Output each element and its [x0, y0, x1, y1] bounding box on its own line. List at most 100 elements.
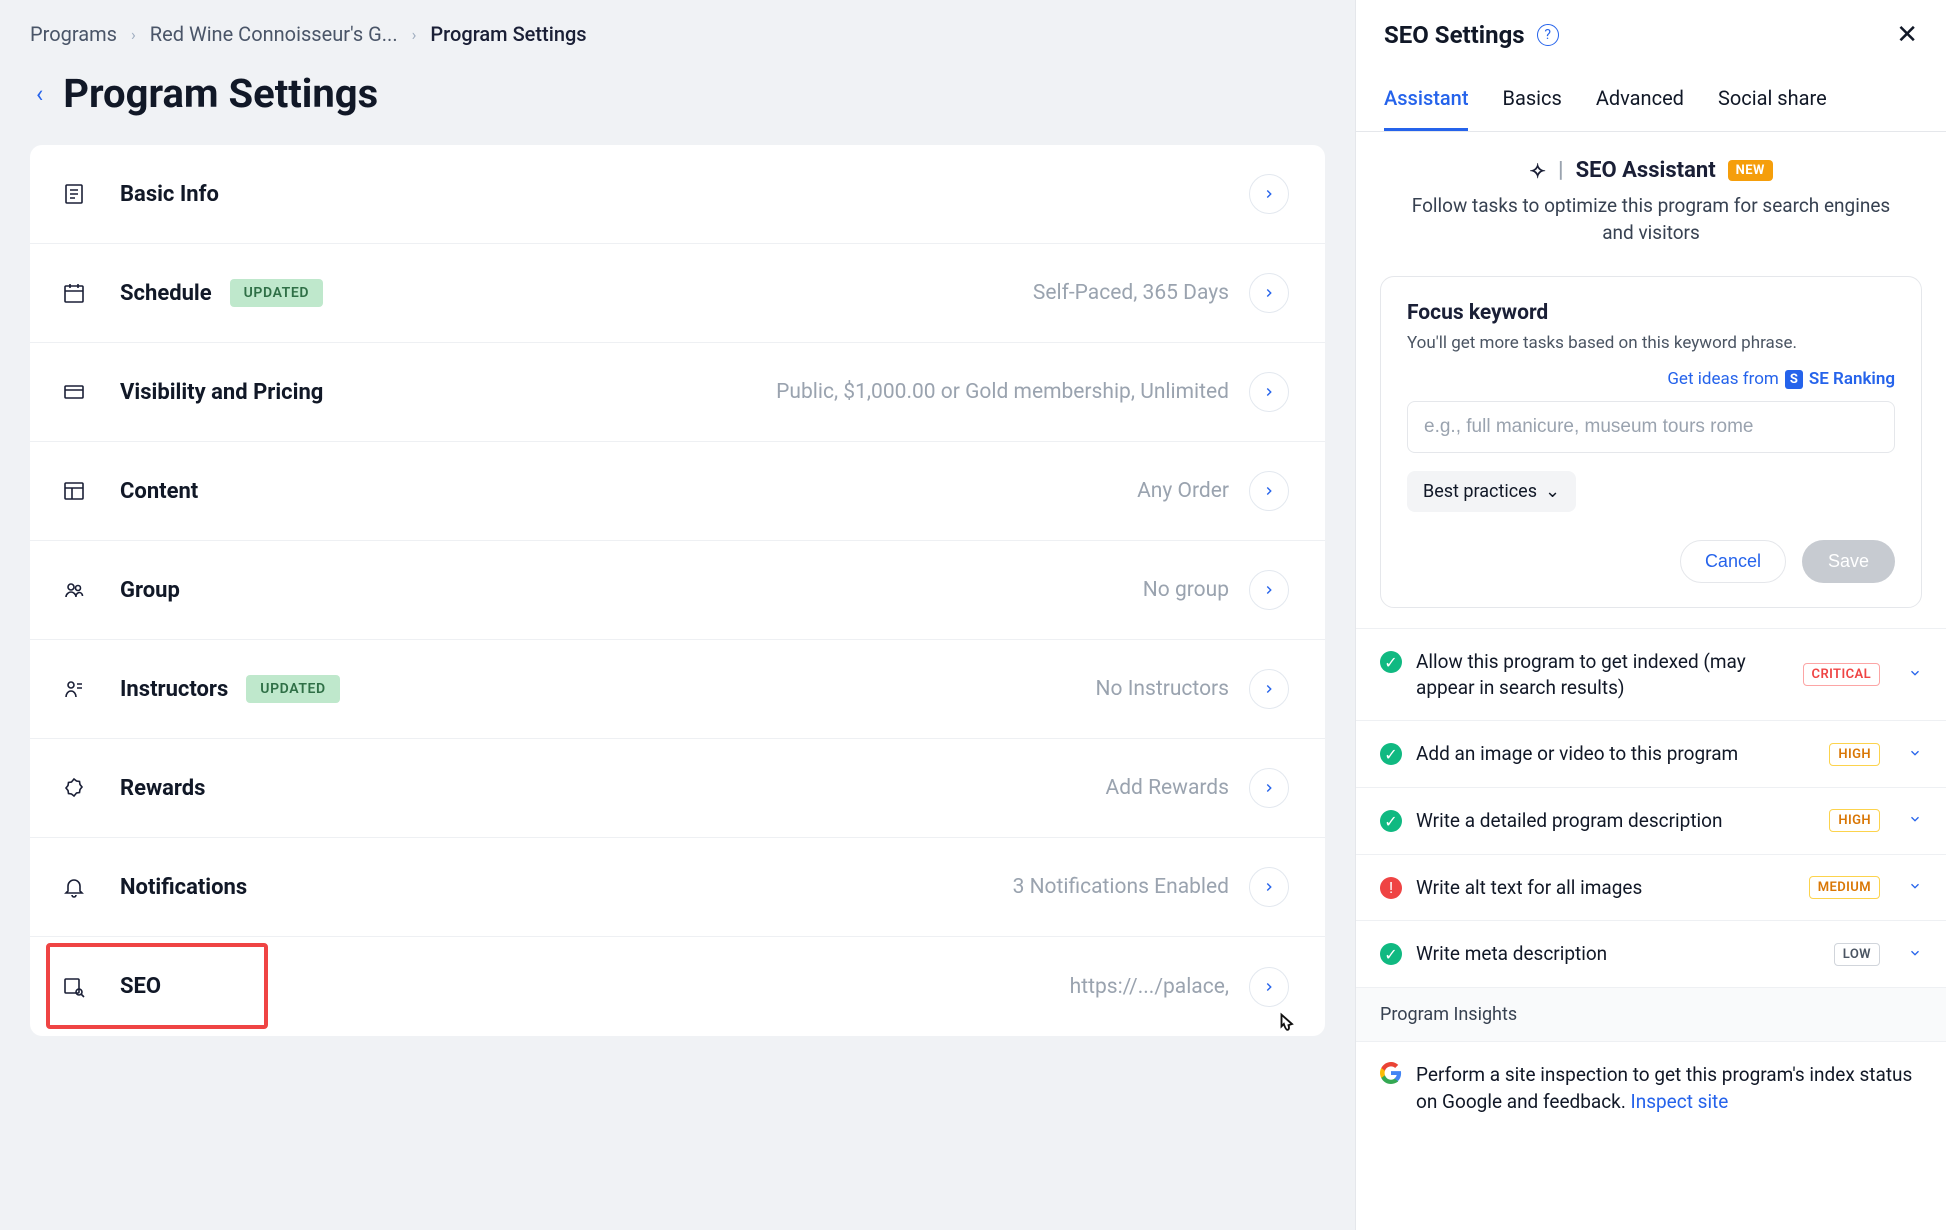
document-icon — [58, 182, 90, 206]
row-schedule[interactable]: Schedule UPDATED Self-Paced, 365 Days — [30, 244, 1325, 343]
row-label: Content — [120, 479, 198, 504]
row-seo[interactable]: SEO https://.../palace, — [30, 937, 1325, 1036]
chevron-right-icon: › — [412, 25, 417, 44]
row-notifications[interactable]: Notifications 3 Notifications Enabled — [30, 838, 1325, 937]
priority-badge: CRITICAL — [1803, 663, 1880, 686]
row-summary: Public, $1,000.00 or Gold membership, Un… — [776, 380, 1249, 404]
task-row[interactable]: ✓ Write a detailed program description H… — [1356, 788, 1946, 855]
help-icon[interactable]: ? — [1537, 24, 1559, 46]
tab-basics[interactable]: Basics — [1502, 86, 1561, 131]
chevron-down-icon[interactable] — [1908, 745, 1922, 764]
insight-row: Perform a site inspection to get this pr… — [1356, 1042, 1946, 1135]
breadcrumb: Programs › Red Wine Connoisseur's G... ›… — [30, 22, 1325, 46]
row-label: Schedule — [120, 281, 212, 306]
badge-icon — [58, 776, 90, 800]
check-icon: ✓ — [1380, 743, 1402, 765]
chevron-right-icon[interactable] — [1249, 768, 1289, 808]
cancel-button[interactable]: Cancel — [1680, 540, 1786, 583]
row-basic-info[interactable]: Basic Info — [30, 145, 1325, 244]
task-text: Write a detailed program description — [1416, 808, 1815, 834]
row-summary: Self-Paced, 365 Days — [1033, 281, 1249, 305]
row-group[interactable]: Group No group — [30, 541, 1325, 640]
breadcrumb-program[interactable]: Red Wine Connoisseur's G... — [150, 22, 398, 46]
task-row[interactable]: ✓ Allow this program to get indexed (may… — [1356, 629, 1946, 721]
best-practices-dropdown[interactable]: Best practices ⌄ — [1407, 471, 1576, 512]
task-text: Add an image or video to this program — [1416, 741, 1815, 767]
focus-keyword-input[interactable] — [1407, 401, 1895, 453]
inspect-site-link[interactable]: Inspect site — [1631, 1090, 1729, 1113]
task-row[interactable]: ✓ Write meta description LOW — [1356, 921, 1946, 988]
row-instructors[interactable]: Instructors UPDATED No Instructors — [30, 640, 1325, 739]
chevron-down-icon: ⌄ — [1545, 481, 1560, 502]
se-ranking-link[interactable]: Get ideas from S SE Ranking — [1407, 369, 1895, 389]
new-chip: NEW — [1728, 160, 1773, 181]
row-label: Rewards — [120, 776, 205, 801]
chevron-right-icon[interactable] — [1249, 669, 1289, 709]
group-icon — [58, 578, 90, 602]
chevron-right-icon[interactable] — [1249, 967, 1289, 1007]
focus-keyword-card: Focus keyword You'll get more tasks base… — [1380, 276, 1922, 608]
seo-icon — [58, 975, 90, 999]
program-insights-head: Program Insights — [1356, 988, 1946, 1042]
priority-badge: LOW — [1834, 943, 1880, 966]
row-summary: Add Rewards — [1106, 776, 1249, 800]
updated-badge: UPDATED — [230, 279, 323, 307]
focus-hint: You'll get more tasks based on this keyw… — [1407, 333, 1895, 353]
chevron-down-icon[interactable] — [1908, 878, 1922, 897]
chevron-right-icon[interactable] — [1249, 372, 1289, 412]
save-button[interactable]: Save — [1802, 540, 1895, 583]
row-content[interactable]: Content Any Order — [30, 442, 1325, 541]
bell-icon — [58, 875, 90, 899]
assistant-subheading: Follow tasks to optimize this program fo… — [1396, 193, 1906, 246]
row-summary: https://.../palace, — [1070, 975, 1249, 999]
chevron-right-icon[interactable] — [1249, 570, 1289, 610]
seo-settings-panel: SEO Settings ? ✕ Assistant Basics Advanc… — [1355, 0, 1946, 1230]
task-row[interactable]: ✓ Add an image or video to this program … — [1356, 721, 1946, 788]
task-row[interactable]: ! Write alt text for all images MEDIUM — [1356, 855, 1946, 922]
chevron-right-icon[interactable] — [1249, 867, 1289, 907]
check-icon: ✓ — [1380, 651, 1402, 673]
row-label: Visibility and Pricing — [120, 380, 323, 405]
instructor-icon — [58, 677, 90, 701]
pointer-cursor-icon — [1271, 1010, 1299, 1036]
chevron-down-icon[interactable] — [1908, 811, 1922, 830]
breadcrumb-current: Program Settings — [430, 22, 586, 46]
chevron-down-icon[interactable] — [1908, 945, 1922, 964]
chevron-right-icon[interactable] — [1249, 174, 1289, 214]
task-text: Write meta description — [1416, 941, 1820, 967]
tab-advanced[interactable]: Advanced — [1596, 86, 1684, 131]
card-icon — [58, 380, 90, 404]
row-label: Notifications — [120, 875, 247, 900]
breadcrumb-programs[interactable]: Programs — [30, 22, 117, 46]
panel-tabs: Assistant Basics Advanced Social share — [1356, 60, 1946, 132]
sparkle-icon: ✧ — [1529, 159, 1546, 183]
row-label: Basic Info — [120, 182, 219, 207]
updated-badge: UPDATED — [246, 675, 339, 703]
se-ranking-icon: S — [1785, 370, 1803, 389]
task-text: Allow this program to get indexed (may a… — [1416, 649, 1789, 700]
task-list: ✓ Allow this program to get indexed (may… — [1356, 628, 1946, 1135]
priority-badge: HIGH — [1829, 809, 1880, 832]
chevron-right-icon[interactable] — [1249, 273, 1289, 313]
row-label: Instructors — [120, 677, 228, 702]
calendar-icon — [58, 281, 90, 305]
row-summary: 3 Notifications Enabled — [1013, 875, 1249, 899]
tab-social-share[interactable]: Social share — [1718, 86, 1827, 131]
row-rewards[interactable]: Rewards Add Rewards — [30, 739, 1325, 838]
chevron-right-icon: › — [131, 25, 136, 44]
focus-title: Focus keyword — [1407, 301, 1895, 325]
row-summary: No Instructors — [1096, 677, 1249, 701]
chevron-down-icon[interactable] — [1908, 665, 1922, 684]
back-button[interactable]: ‹ — [36, 80, 43, 108]
tab-assistant[interactable]: Assistant — [1384, 86, 1468, 131]
check-icon: ✓ — [1380, 810, 1402, 832]
close-icon[interactable]: ✕ — [1896, 20, 1918, 50]
row-label: SEO — [120, 974, 161, 999]
chevron-right-icon[interactable] — [1249, 471, 1289, 511]
layout-icon — [58, 479, 90, 503]
check-icon: ✓ — [1380, 943, 1402, 965]
priority-badge: HIGH — [1829, 743, 1880, 766]
row-visibility-pricing[interactable]: Visibility and Pricing Public, $1,000.00… — [30, 343, 1325, 442]
task-text: Write alt text for all images — [1416, 875, 1795, 901]
priority-badge: MEDIUM — [1809, 876, 1880, 899]
